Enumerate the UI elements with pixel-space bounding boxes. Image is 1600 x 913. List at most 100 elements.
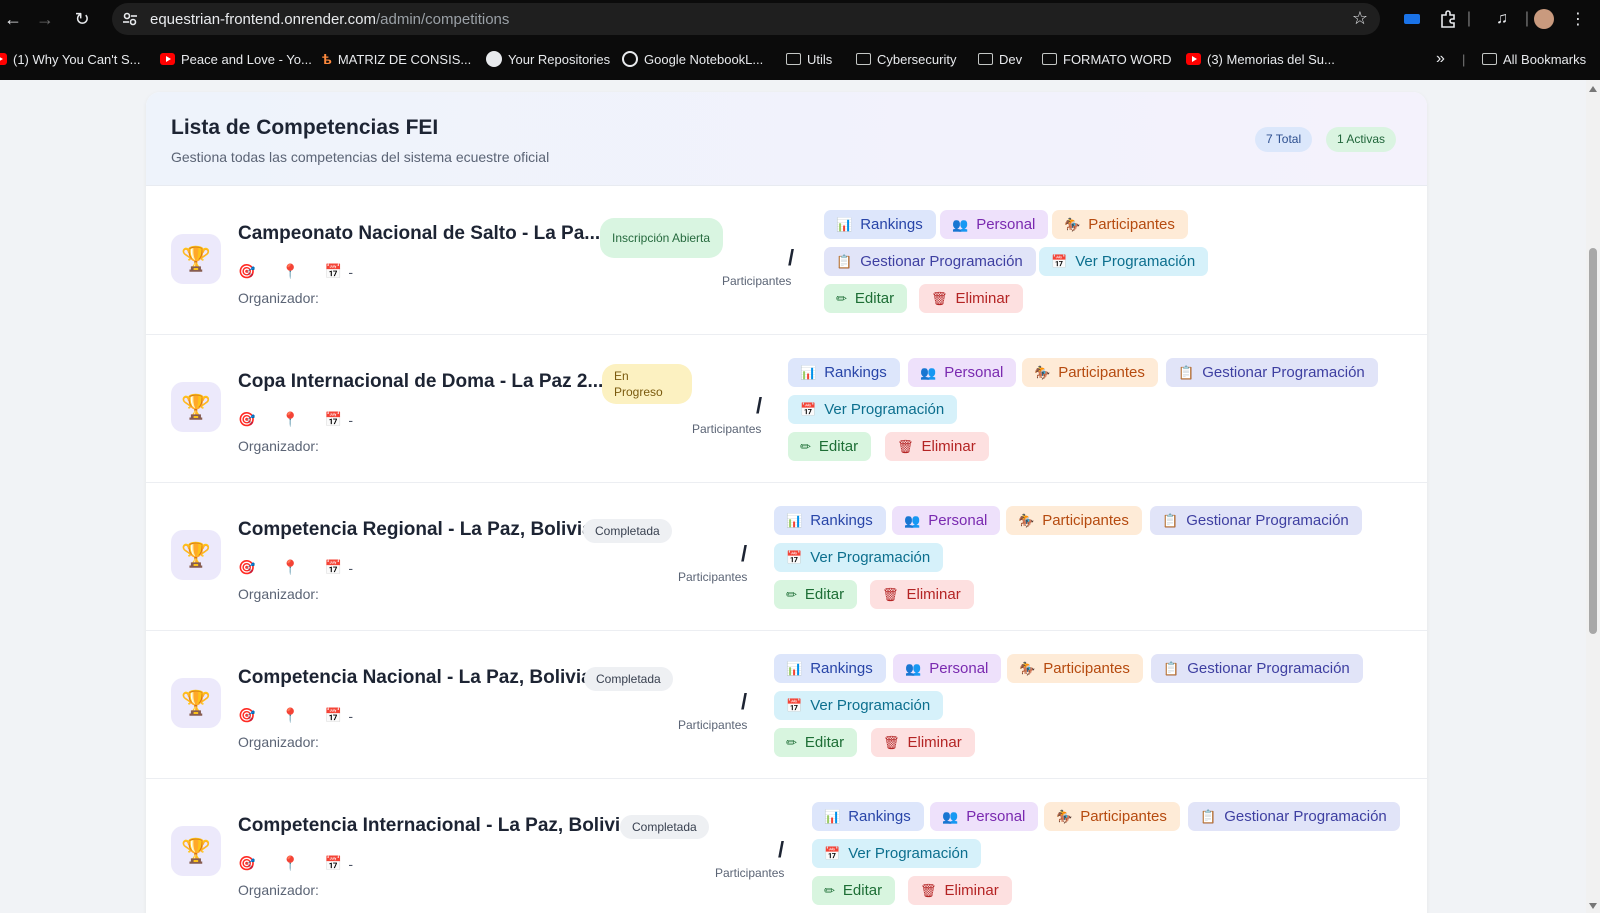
location-pin-icon: 📍 — [281, 411, 299, 427]
personal-button[interactable]: 👥 Personal — [930, 802, 1039, 831]
page-scrollbar[interactable] — [1586, 80, 1600, 913]
competition-meta: 🎯 📍 📅 - — [238, 559, 353, 576]
media-controls-icon[interactable]: ♫ — [1490, 7, 1514, 31]
rankings-button[interactable]: 📊 Rankings — [824, 210, 936, 239]
bookmark-item[interactable]: Peace and Love - Yo... — [160, 50, 312, 68]
competition-name: Competencia Internacional - La Paz, Boli… — [238, 815, 631, 836]
page-content: Lista de Competencias FEI Gestiona todas… — [0, 80, 1600, 913]
bookmark-item[interactable]: Google NotebookL... — [622, 50, 763, 68]
gestionar-programacion-button[interactable]: 📋 Gestionar Programación — [824, 247, 1036, 276]
ver-programacion-button[interactable]: 📅 Ver Programación — [774, 691, 944, 720]
site-settings-icon[interactable] — [122, 11, 138, 27]
organizer-label: Organizador: — [238, 586, 319, 602]
menu-dots-icon[interactable]: ⋮ — [1568, 7, 1588, 31]
trash-icon: 🗑 — [883, 734, 900, 750]
editar-button[interactable]: ✏ Editar — [812, 876, 896, 905]
more-bookmarks-button[interactable]: » — [1436, 50, 1445, 68]
competition-name: Competencia Nacional - La Paz, Bolivia — [238, 667, 592, 688]
scroll-up-arrow-icon[interactable] — [1589, 86, 1597, 92]
bookmark-folder[interactable]: Utils — [786, 50, 832, 68]
bookmark-star-icon[interactable]: ☆ — [1352, 8, 1368, 29]
eliminar-button[interactable]: 🗑 Eliminar — [870, 580, 974, 609]
forward-arrow-icon[interactable]: → — [32, 6, 58, 32]
location-pin-icon: 📍 — [281, 855, 299, 871]
editar-button[interactable]: ✏ Editar — [824, 284, 908, 313]
browser-toolbar: ← → ↻ equestrian-frontend.onrender.com/a… — [0, 0, 1600, 38]
competition-row: 🏆 Competencia Nacional - La Paz, Bolivia… — [146, 631, 1427, 779]
scroll-down-arrow-icon[interactable] — [1589, 903, 1597, 909]
participantes-button[interactable]: 🏇 Participantes — [1052, 210, 1188, 239]
reload-icon[interactable]: ↻ — [69, 6, 95, 32]
bookmarks-divider: | — [1462, 51, 1466, 67]
calendar-icon: 📅 — [1051, 253, 1068, 269]
url-domain: equestrian-frontend.onrender.com — [150, 11, 376, 28]
all-bookmarks-button[interactable]: All Bookmarks — [1482, 50, 1586, 68]
participants-label: Participantes — [678, 718, 748, 732]
personal-button[interactable]: 👥 Personal — [892, 506, 1001, 535]
address-bar[interactable]: equestrian-frontend.onrender.com/admin/c… — [112, 3, 1380, 35]
bookmark-folder[interactable]: Cybersecurity — [856, 50, 956, 68]
rankings-button[interactable]: 📊 Rankings — [774, 506, 886, 535]
gestionar-programacion-button[interactable]: 📋 Gestionar Programación — [1188, 802, 1400, 831]
competition-row: 🏆 Campeonato Nacional de Salto - La Pa..… — [146, 187, 1427, 335]
bookmark-item[interactable]: ѣ MATRIZ DE CONSIS... — [322, 50, 471, 68]
ver-programacion-button[interactable]: 📅 Ver Programación — [788, 395, 958, 424]
eliminar-button[interactable]: 🗑 Eliminar — [908, 876, 1012, 905]
date-value: - — [348, 559, 353, 576]
calendar-icon: 📅 — [324, 559, 343, 575]
eliminar-button[interactable]: 🗑 Eliminar — [885, 432, 989, 461]
scrollbar-thumb[interactable] — [1589, 248, 1597, 634]
toolbar-divider-2: | — [1524, 10, 1530, 27]
puzzle-extensions-icon[interactable] — [1436, 7, 1460, 31]
toolbar-divider: | — [1466, 10, 1472, 27]
personal-button[interactable]: 👥 Personal — [940, 210, 1049, 239]
rankings-button[interactable]: 📊 Rankings — [774, 654, 886, 683]
date-value: - — [348, 855, 353, 872]
bookmark-item[interactable]: (1) Why You Can't S... — [0, 50, 141, 68]
participants-label: Participantes — [715, 866, 785, 880]
personal-button[interactable]: 👥 Personal — [908, 358, 1017, 387]
personal-button[interactable]: 👥 Personal — [893, 654, 1002, 683]
participantes-button[interactable]: 🏇 Participantes — [1006, 506, 1142, 535]
rankings-button[interactable]: 📊 Rankings — [788, 358, 900, 387]
horse-icon: 🏇 — [1018, 512, 1035, 528]
bookmark-folder[interactable]: Dev — [978, 50, 1022, 68]
editar-button[interactable]: ✏ Editar — [774, 728, 858, 757]
bookmark-item[interactable]: (3) Memorias del Su... — [1186, 50, 1335, 68]
extension-icon[interactable] — [1402, 7, 1422, 31]
trophy-icon: 🏆 — [171, 382, 221, 432]
folder-icon — [856, 53, 871, 65]
participantes-button[interactable]: 🏇 Participantes — [1022, 358, 1158, 387]
clipboard-icon: 📋 — [836, 253, 853, 269]
participantes-button[interactable]: 🏇 Participantes — [1007, 654, 1143, 683]
eliminar-button[interactable]: 🗑 Eliminar — [871, 728, 975, 757]
ver-programacion-button[interactable]: 📅 Ver Programación — [1039, 247, 1209, 276]
avatar[interactable] — [1532, 7, 1556, 31]
youtube-icon — [1186, 53, 1201, 65]
gestionar-programacion-button[interactable]: 📋 Gestionar Programación — [1166, 358, 1378, 387]
target-icon: 🎯 — [238, 263, 256, 279]
bookmark-folder[interactable]: FORMATO WORD — [1042, 50, 1172, 68]
people-icon: 👥 — [904, 512, 921, 528]
gestionar-programacion-button[interactable]: 📋 Gestionar Programación — [1150, 506, 1362, 535]
clipboard-icon: 📋 — [1163, 660, 1180, 676]
bar-chart-icon: 📊 — [800, 364, 817, 380]
ver-programacion-button[interactable]: 📅 Ver Programación — [774, 543, 944, 572]
pencil-icon: ✏ — [824, 882, 835, 898]
back-arrow-icon[interactable]: ← — [0, 6, 26, 32]
youtube-icon — [0, 53, 7, 65]
participantes-button[interactable]: 🏇 Participantes — [1044, 802, 1180, 831]
bookmark-item[interactable]: Your Repositories — [486, 50, 610, 68]
bar-chart-icon: 📊 — [786, 512, 803, 528]
ver-programacion-button[interactable]: 📅 Ver Programación — [812, 839, 982, 868]
editar-button[interactable]: ✏ Editar — [788, 432, 872, 461]
participants-count: / — [741, 541, 748, 566]
clipboard-icon: 📋 — [1162, 512, 1179, 528]
competition-row: 🏆 Competencia Regional - La Paz, Bolivia… — [146, 483, 1427, 631]
rankings-button[interactable]: 📊 Rankings — [812, 802, 924, 831]
gestionar-programacion-button[interactable]: 📋 Gestionar Programación — [1151, 654, 1363, 683]
editar-button[interactable]: ✏ Editar — [774, 580, 858, 609]
eliminar-button[interactable]: 🗑 Eliminar — [919, 284, 1023, 313]
calendar-icon: 📅 — [324, 263, 343, 279]
competition-meta: 🎯 📍 📅 - — [238, 263, 353, 280]
